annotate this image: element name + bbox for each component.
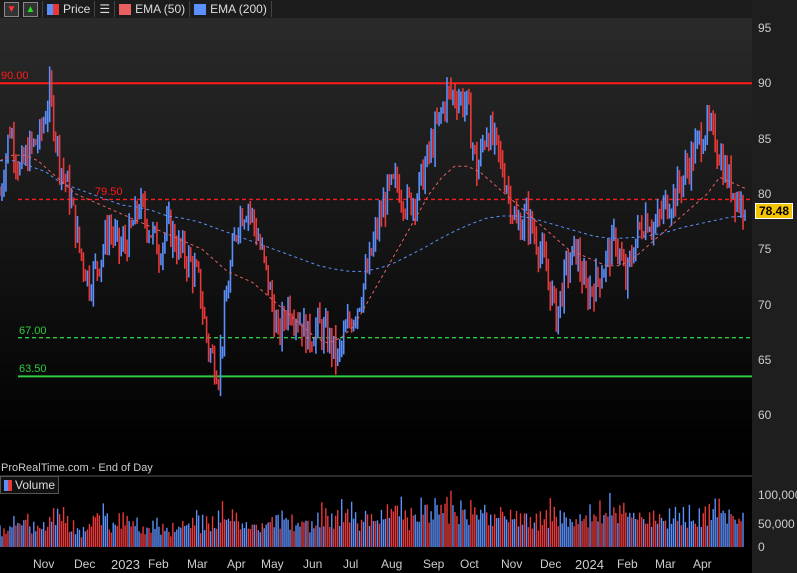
price-tick-label: 95	[758, 21, 772, 35]
volume-tick-label: 100,000	[758, 488, 797, 502]
volume-tick-label: 0	[758, 540, 765, 554]
last-price-tag: 78.48	[755, 202, 794, 219]
price-label: Price	[63, 2, 91, 16]
legend-price[interactable]: Price	[43, 1, 96, 17]
list-icon[interactable]: ☰	[95, 1, 116, 17]
horizontal-line-label: 79.50	[95, 186, 123, 199]
x-axis-label: Dec	[74, 557, 96, 571]
legend-ema200[interactable]: EMA (200)	[190, 1, 272, 17]
price-swatch-icon	[47, 3, 59, 15]
x-axis-label: Nov	[33, 557, 55, 571]
volume-tick-label: 50,000	[758, 517, 795, 531]
ema200-label: EMA (200)	[210, 2, 267, 16]
ema50-label: EMA (50)	[135, 2, 186, 16]
horizontal-line-label: 67.00	[19, 324, 47, 337]
x-axis-label: Feb	[148, 557, 169, 571]
x-axis-label: 2024	[575, 557, 604, 572]
ema200-swatch-icon	[194, 3, 207, 15]
x-axis-label: Jun	[303, 557, 323, 571]
x-axis-label: Mar	[187, 557, 208, 571]
order-buttons: ▼ ▲	[0, 1, 43, 17]
price-tick-label: 75	[758, 242, 772, 257]
x-axis-label: Apr	[227, 557, 246, 571]
volume-label: Volume	[15, 478, 56, 492]
x-axis-label: Mar	[655, 557, 676, 571]
buy-icon[interactable]: ▲	[23, 1, 38, 17]
price-tick-label: 80	[758, 186, 772, 201]
x-axis-label: Nov	[501, 557, 523, 571]
x-axis-label: Oct	[460, 557, 479, 571]
x-axis-label: Feb	[617, 557, 638, 571]
price-tick-label: 70	[758, 297, 772, 312]
x-axis-label: Dec	[540, 557, 562, 571]
horizontal-line-label: 63.50	[19, 363, 47, 376]
x-axis-label: Sep	[423, 557, 445, 571]
volume-legend[interactable]: Volume	[0, 476, 60, 494]
x-axis-label: May	[261, 557, 284, 571]
horizontal-line-label: 90.00	[1, 70, 29, 83]
toolbar: ▼ ▲ Price ☰ EMA (50) EMA (200)	[0, 0, 797, 18]
ema50-swatch-icon	[119, 3, 132, 15]
x-axis-label: Jul	[343, 557, 359, 571]
sell-icon[interactable]: ▼	[4, 1, 19, 17]
volume-swatch-icon	[4, 479, 12, 491]
legend-ema50[interactable]: EMA (50)	[115, 1, 191, 17]
chart-canvas[interactable]	[0, 18, 752, 573]
price-tick-label: 90	[758, 76, 772, 91]
x-axis-label: 2023	[111, 557, 140, 572]
price-tick-label: 60	[758, 408, 772, 423]
x-axis-label: Aug	[381, 557, 403, 571]
source-label: ProRealTime.com - End of Day	[1, 462, 153, 474]
x-axis-label: Apr	[693, 557, 712, 571]
price-tick-label: 85	[758, 131, 772, 146]
price-tick-label: 65	[758, 352, 772, 367]
